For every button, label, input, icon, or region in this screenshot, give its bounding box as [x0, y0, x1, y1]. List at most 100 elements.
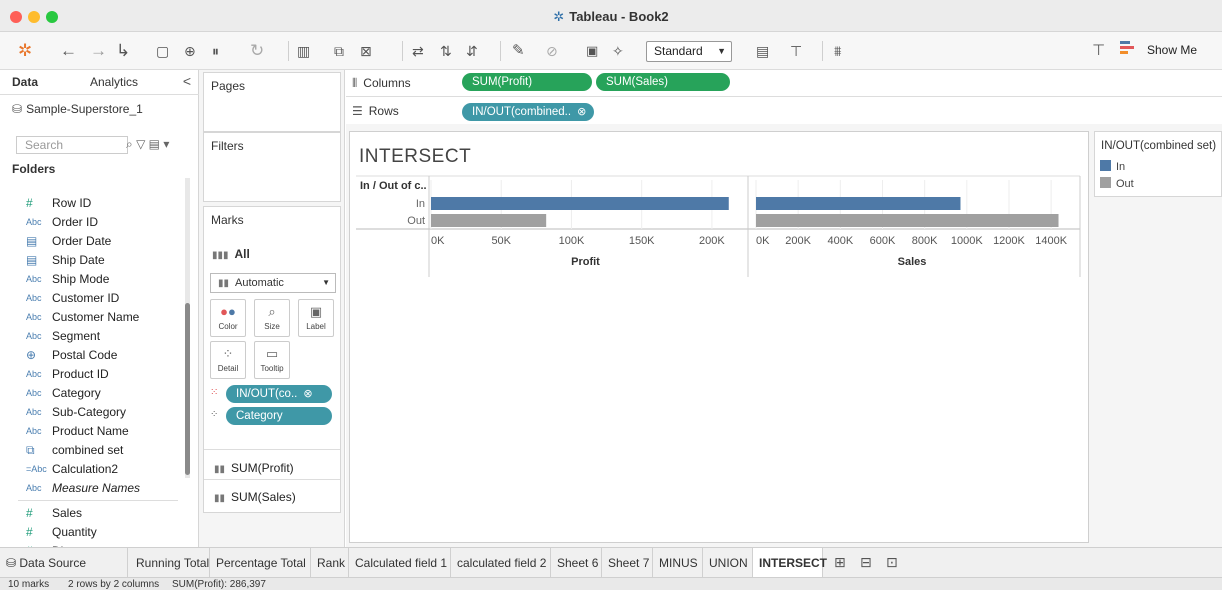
columns-pill-profit[interactable]: SUM(Profit) — [462, 73, 592, 91]
marks-all[interactable]: ▮▮▮ All — [212, 247, 250, 261]
new-worksheet-icon[interactable]: ▥ — [297, 40, 310, 62]
bar — [431, 197, 729, 210]
rows-shelf[interactable]: ☰ Rows IN/OUT(combined.. ⊗ — [346, 98, 1222, 125]
tooltip-button[interactable]: ▭ Tooltip — [254, 341, 290, 379]
sort-desc-icon[interactable]: ⇵ — [466, 40, 478, 62]
field-item[interactable]: ⧉ combined set — [0, 441, 185, 460]
search-icon[interactable]: ⌕ — [126, 137, 133, 151]
sheet-tab[interactable]: INTERSECT — [753, 548, 827, 578]
field-item[interactable]: ▤ Order Date — [0, 232, 185, 251]
field-item[interactable]: ⊕ Postal Code — [0, 346, 185, 365]
scrollbar[interactable] — [185, 178, 190, 478]
category-label: Out — [407, 215, 425, 227]
field-item[interactable]: # Quantity — [0, 523, 185, 542]
pin-icon[interactable]: ✧ — [612, 40, 624, 62]
label-icon[interactable]: ▣ — [586, 40, 598, 62]
sheet-tab[interactable]: Sheet 7 — [602, 548, 653, 578]
legend-item-in[interactable]: In — [1100, 160, 1125, 173]
sheet-tab[interactable]: calculated field 2 — [451, 548, 551, 578]
tableau-logo-icon[interactable]: ✲ — [18, 40, 32, 62]
rows-pill[interactable]: IN/OUT(combined.. ⊗ — [462, 103, 594, 121]
search-input[interactable]: Search — [16, 136, 128, 154]
pause-icon[interactable]: ⏸ — [212, 40, 219, 62]
field-item[interactable]: =Abc Calculation2 — [0, 460, 185, 479]
share-icon[interactable]: ⩩ — [834, 40, 841, 62]
mark-type-select[interactable]: ▮▮ Automatic ▼ — [210, 273, 336, 293]
tab-data-source[interactable]: ⛁ Data Source — [0, 548, 128, 578]
tab-data[interactable]: Data — [12, 75, 38, 89]
field-item[interactable]: Abc Order ID — [0, 213, 185, 232]
view-options-icon[interactable]: ▤ ▾ — [149, 137, 170, 151]
sheet-tab[interactable]: Sheet 6 — [551, 548, 602, 578]
datasource-item[interactable]: ⛁ Sample-Superstore_1 — [12, 102, 143, 116]
highlight-icon[interactable]: ✎ — [512, 40, 525, 62]
detail-button[interactable]: ⁘ Detail — [210, 341, 246, 379]
field-item[interactable]: Abc Ship Mode — [0, 270, 185, 289]
group-icon[interactable]: ⊘ — [546, 40, 558, 62]
tooltip-toggle-icon[interactable]: ⊤ — [1092, 40, 1105, 62]
field-item[interactable]: Abc Measure Names — [0, 479, 185, 498]
new-datasource-icon[interactable]: ⊕ — [184, 40, 196, 62]
new-dashboard-icon[interactable]: ⊟ — [860, 554, 872, 571]
field-type-icon: Abc — [26, 274, 42, 284]
field-item[interactable]: Abc Customer ID — [0, 289, 185, 308]
tick-label: 50K — [491, 235, 511, 247]
field-item[interactable]: ▤ Ship Date — [0, 251, 185, 270]
field-item[interactable]: Abc Product ID — [0, 365, 185, 384]
field-item[interactable]: Abc Category — [0, 384, 185, 403]
legend-swatch — [1100, 160, 1111, 171]
shelves-column: Pages Filters Marks ▮▮▮ All ▮▮ Automatic ▼ … — [199, 70, 345, 547]
filters-card[interactable]: Filters — [203, 132, 341, 202]
clear-icon[interactable]: ⊠ — [360, 40, 372, 62]
color-button[interactable]: ●● Color — [210, 299, 246, 337]
show-me-button[interactable]: Show Me — [1147, 43, 1197, 57]
field-name: Ship Mode — [52, 272, 110, 286]
redo-icon[interactable]: ↳ — [116, 40, 130, 62]
field-item[interactable]: # Sales — [0, 504, 185, 523]
field-name: Customer Name — [52, 310, 140, 324]
save-icon[interactable]: ▢ — [156, 40, 169, 62]
sheet-tab[interactable]: UNION — [703, 548, 753, 578]
scrollbar-thumb[interactable] — [185, 303, 190, 475]
legend-item-out[interactable]: Out — [1100, 177, 1134, 190]
tab-analytics[interactable]: Analytics — [90, 75, 138, 89]
columns-pill-sales[interactable]: SUM(Sales) — [596, 73, 730, 91]
label-button[interactable]: ▣ Label — [298, 299, 334, 337]
sort-asc-icon[interactable]: ⇅ — [440, 40, 452, 62]
measure-profit[interactable]: ▮▮ SUM(Profit) — [214, 461, 294, 475]
columns-shelf[interactable]: ⦀ Columns SUM(Profit) SUM(Sales) — [346, 70, 1222, 97]
size-button[interactable]: ⌕ Size — [254, 299, 290, 337]
field-item[interactable]: Abc Sub-Category — [0, 403, 185, 422]
back-icon[interactable]: ← — [60, 40, 77, 62]
sheet-tab[interactable]: Percentage Total — [210, 548, 311, 578]
presentation-icon[interactable]: ⊤ — [790, 40, 802, 62]
status-bar: 10 marks 2 rows by 2 columns SUM(Profit)… — [0, 577, 1222, 590]
new-worksheet-icon[interactable]: ⊞ — [834, 554, 846, 571]
collapse-pane-button[interactable]: < — [183, 73, 191, 89]
sheet-tab[interactable]: Running Total — [130, 548, 210, 578]
sheet-tab[interactable]: Rank — [311, 548, 349, 578]
detail-pill[interactable]: Category — [226, 407, 332, 425]
field-item[interactable]: # Row ID — [0, 194, 185, 213]
measure-sales[interactable]: ▮▮ SUM(Sales) — [214, 490, 296, 504]
fit-icon[interactable]: ▤ — [756, 40, 769, 62]
filter-icon[interactable]: ▽ — [136, 137, 145, 151]
detail-icon: ⁘ — [210, 409, 219, 420]
field-item[interactable]: Abc Product Name — [0, 422, 185, 441]
field-name: Row ID — [52, 196, 92, 210]
new-story-icon[interactable]: ⊡ — [886, 554, 898, 571]
refresh-icon[interactable]: ↻ — [250, 40, 264, 62]
sheet-tab[interactable]: Calculated field 1 — [349, 548, 451, 578]
marks-divider — [204, 479, 340, 480]
fit-select[interactable]: Standard ▼ — [646, 41, 732, 62]
show-me-icon[interactable] — [1120, 41, 1138, 59]
pages-card[interactable]: Pages — [203, 72, 341, 132]
tick-label: 100K — [559, 235, 585, 247]
forward-icon[interactable]: → — [90, 40, 107, 62]
field-item[interactable]: Abc Segment — [0, 327, 185, 346]
field-item[interactable]: Abc Customer Name — [0, 308, 185, 327]
swap-icon[interactable]: ⇄ — [412, 40, 424, 62]
sheet-tab[interactable]: MINUS — [653, 548, 703, 578]
duplicate-icon[interactable]: ⧉ — [334, 40, 344, 62]
color-pill[interactable]: IN/OUT(co.. ⊗ — [226, 385, 332, 403]
